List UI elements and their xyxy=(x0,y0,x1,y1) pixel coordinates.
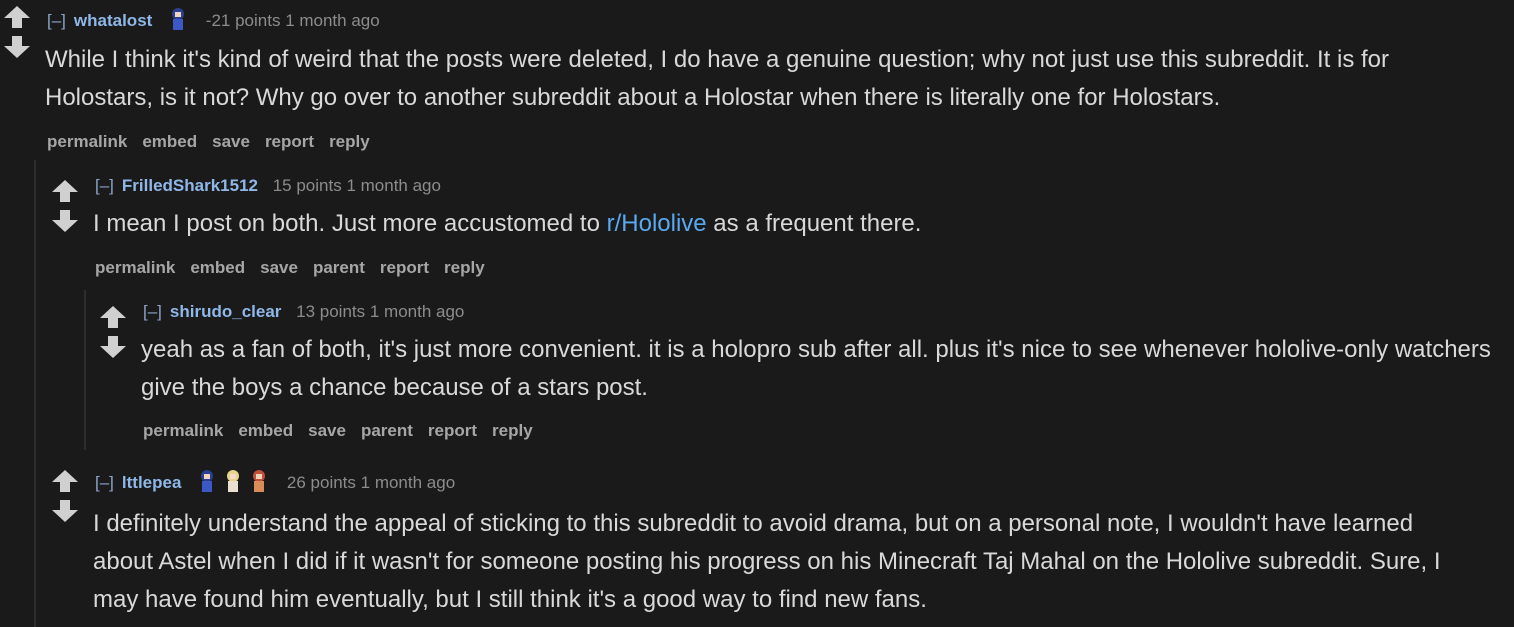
comment-body: While I think it's kind of weird that th… xyxy=(45,46,1389,111)
comment-time: 1 month ago xyxy=(360,472,456,492)
collapse-toggle[interactable]: [–] xyxy=(143,302,162,321)
upvote-icon[interactable] xyxy=(50,468,80,494)
comment-time: 1 month ago xyxy=(346,176,441,195)
collapse-toggle[interactable]: [–] xyxy=(95,176,114,195)
report-button[interactable]: report xyxy=(265,132,314,151)
save-button[interactable]: save xyxy=(212,132,250,151)
vote-column xyxy=(98,304,128,360)
upvote-icon[interactable] xyxy=(2,4,32,30)
astel-icon xyxy=(172,8,185,30)
temma-icon xyxy=(253,470,266,492)
upvote-icon[interactable] xyxy=(50,178,80,204)
permalink-button[interactable]: permalink xyxy=(95,258,175,277)
vote-column xyxy=(2,4,32,60)
embed-button[interactable]: embed xyxy=(190,258,245,277)
comment-tagline: [–] FrilledShark1512 15 points 1 month ag… xyxy=(95,176,441,196)
parent-button[interactable]: parent xyxy=(313,258,365,277)
reply-button[interactable]: reply xyxy=(492,421,533,440)
comment-body: I mean I post on both. Just more accusto… xyxy=(93,205,1493,243)
comment-tagline: [–] shirudo_clear 13 points 1 month ago xyxy=(143,302,464,322)
report-button[interactable]: report xyxy=(380,258,429,277)
collapse-toggle[interactable]: [–] xyxy=(95,473,114,492)
reply-button[interactable]: reply xyxy=(444,258,485,277)
comment-score: 15 points xyxy=(272,176,342,195)
comment-score: -21 points xyxy=(205,10,281,30)
downvote-icon[interactable] xyxy=(2,34,32,60)
user-flair xyxy=(165,6,191,37)
comment-author[interactable]: whatalost xyxy=(74,11,152,30)
comment-body: I definitely understand the appeal of st… xyxy=(93,510,1441,613)
vote-column xyxy=(50,468,80,524)
comment-text: I mean I post on both. Just more accusto… xyxy=(93,210,607,237)
comment-buttons: permalink embed save report reply xyxy=(47,132,385,152)
parent-button[interactable]: parent xyxy=(361,421,413,440)
comment-buttons: permalink embed save parent report reply xyxy=(95,258,500,278)
downvote-icon[interactable] xyxy=(98,334,128,360)
downvote-icon[interactable] xyxy=(50,208,80,234)
thread-line xyxy=(34,160,36,627)
vote-column xyxy=(50,178,80,234)
user-flair xyxy=(194,468,272,499)
comment-time: 1 month ago xyxy=(369,302,465,321)
comment-tagline: [–] lttlepea 26 points 1 month ago xyxy=(95,468,455,499)
permalink-button[interactable]: permalink xyxy=(143,421,223,440)
collapse-toggle[interactable]: [–] xyxy=(47,11,66,30)
comment-author[interactable]: lttlepea xyxy=(122,473,182,492)
reply-button[interactable]: reply xyxy=(329,132,370,151)
subreddit-link[interactable]: r/Hololive xyxy=(607,210,707,237)
save-button[interactable]: save xyxy=(308,421,346,440)
comment-text: as a frequent there. xyxy=(706,210,922,237)
astel-icon xyxy=(201,470,214,492)
permalink-button[interactable]: permalink xyxy=(47,132,127,151)
downvote-icon[interactable] xyxy=(50,498,80,524)
comment-author[interactable]: shirudo_clear xyxy=(170,302,282,321)
embed-button[interactable]: embed xyxy=(238,421,293,440)
comment-time: 1 month ago xyxy=(285,10,380,30)
comment-author[interactable]: FrilledShark1512 xyxy=(122,176,258,195)
comment-body: yeah as a fan of both, it's just more co… xyxy=(141,336,1491,401)
embed-button[interactable]: embed xyxy=(142,132,197,151)
comment-tagline: [–] whatalost -21 points 1 month ago xyxy=(47,6,380,37)
report-button[interactable]: report xyxy=(428,421,477,440)
upvote-icon[interactable] xyxy=(98,304,128,330)
thread-line xyxy=(84,290,86,450)
kanata-icon xyxy=(227,470,240,492)
comment-score: 13 points xyxy=(296,302,366,321)
save-button[interactable]: save xyxy=(260,258,298,277)
comment-buttons: permalink embed save parent report reply xyxy=(143,421,548,441)
comment-score: 26 points xyxy=(286,472,356,492)
